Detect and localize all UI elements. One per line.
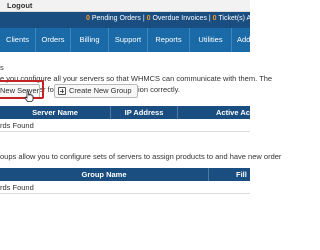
logout-link[interactable]: Logout — [7, 1, 32, 10]
column-group-name[interactable]: Group Name — [0, 168, 208, 181]
plus-icon — [58, 87, 66, 95]
status-summary: 0 Pending Orders | 0 Overdue Invoices | … — [86, 15, 288, 22]
server-groups-description: oups allow you to configure sets of serv… — [0, 152, 282, 161]
overdue-invoices-label[interactable]: Overdue Invoices | — [152, 15, 210, 22]
groups-empty-row: rds Found — [0, 181, 250, 194]
highlight-box — [0, 80, 44, 99]
column-active-accounts[interactable]: Active Acc — [178, 106, 258, 119]
nav-utilities[interactable]: Utilities — [189, 28, 231, 52]
status-bar: 0 Pending Orders | 0 Overdue Invoices | … — [0, 12, 288, 28]
pending-orders-label[interactable]: Pending Orders | — [92, 15, 145, 22]
column-fill-type[interactable]: Fill — [209, 168, 250, 181]
nav-clients[interactable]: Clients — [0, 28, 35, 52]
servers-empty-row: rds Found — [0, 119, 250, 132]
top-bar: Logout — [0, 0, 250, 12]
tickets-label[interactable]: Ticket(s) Awaiting Rep — [218, 15, 287, 22]
groups-table-header: Group Name Fill — [0, 168, 250, 181]
nav-addons[interactable]: Add — [231, 28, 256, 52]
servers-table-header: Server Name IP Address Active Acc — [0, 106, 254, 119]
intro-line-1: s — [0, 63, 4, 72]
nav-support[interactable]: Support — [108, 28, 147, 52]
create-new-group-button[interactable]: Create New Group — [54, 84, 138, 98]
nav-orders[interactable]: Orders — [35, 28, 70, 52]
column-ip-address[interactable]: IP Address — [111, 106, 177, 119]
overdue-invoices-count[interactable]: 0 — [147, 15, 151, 22]
tickets-count[interactable]: 0 — [213, 15, 217, 22]
pending-orders-count[interactable]: 0 — [86, 15, 90, 22]
nav-billing[interactable]: Billing — [70, 28, 108, 52]
create-new-group-label: Create New Group — [69, 86, 132, 95]
hand-cursor-icon — [24, 90, 34, 102]
column-server-name[interactable]: Server Name — [0, 106, 110, 119]
nav-reports[interactable]: Reports — [147, 28, 189, 52]
main-nav: Clients Orders Billing Support Reports U… — [0, 28, 250, 52]
